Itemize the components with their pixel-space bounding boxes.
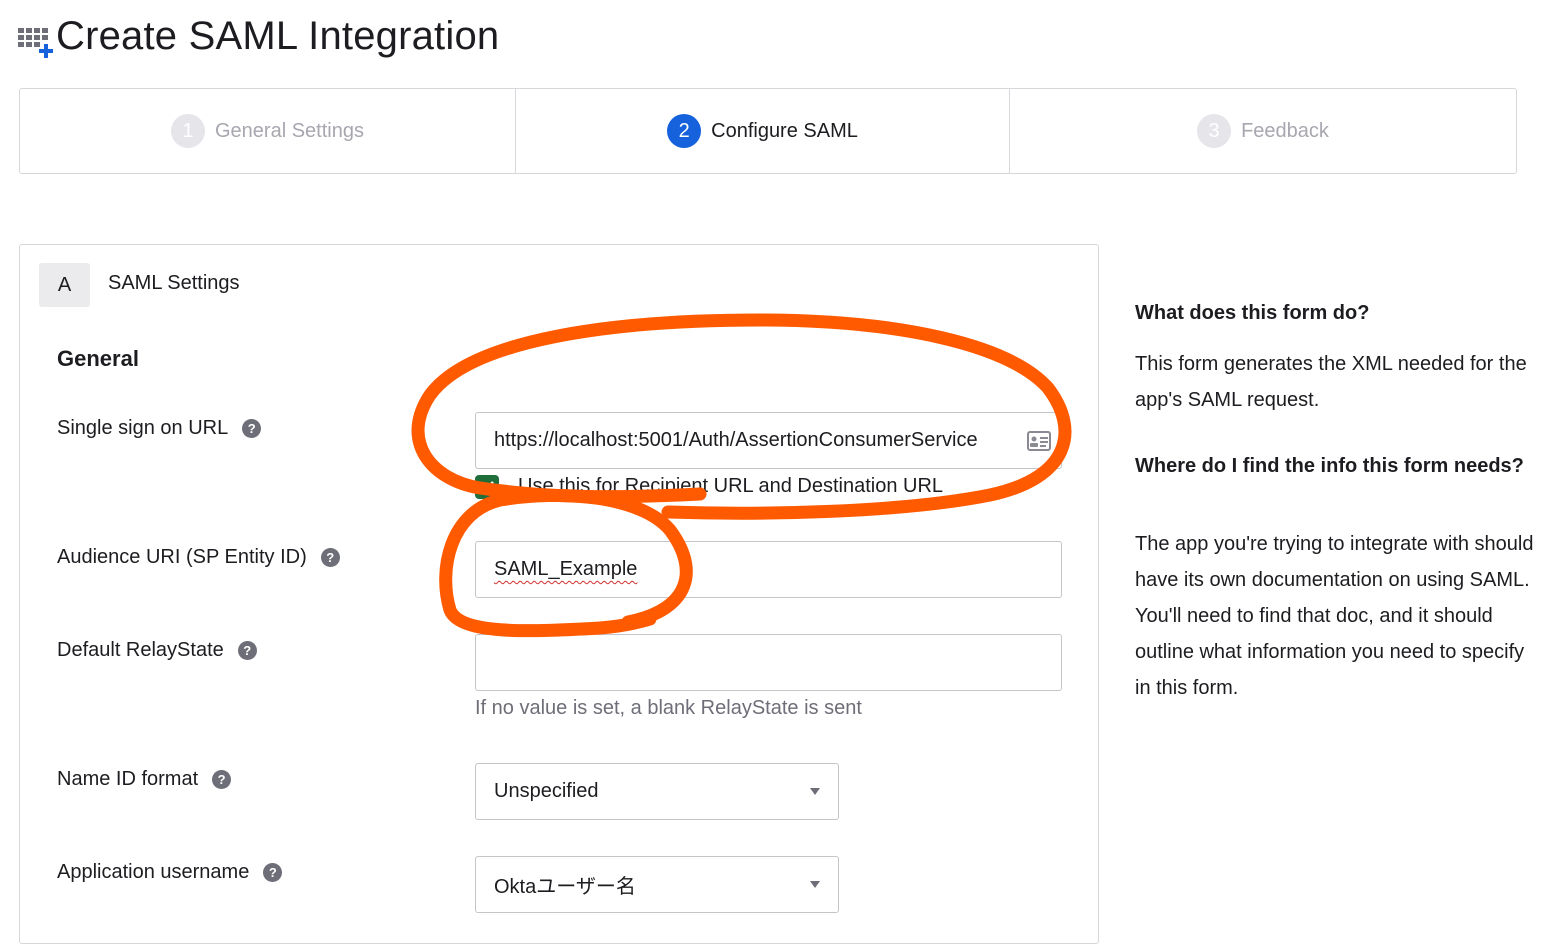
sso-url-label-row: Single sign on URL ? xyxy=(57,417,262,440)
relay-state-label-row: Default RelayState ? xyxy=(57,639,257,662)
help-question-2: Where do I find the info this form needs… xyxy=(1135,455,1524,477)
dropdown-caret-icon xyxy=(810,788,820,795)
sso-url-input[interactable]: https://localhost:5001/Auth/AssertionCon… xyxy=(475,412,1062,469)
help-icon[interactable]: ? xyxy=(263,863,283,882)
sso-url-label: Single sign on URL xyxy=(57,417,229,439)
relay-state-label: Default RelayState xyxy=(57,639,224,661)
contact-card-icon[interactable] xyxy=(1027,431,1051,451)
recipient-checkbox-label[interactable]: Use this for Recipient URL and Destinati… xyxy=(518,475,943,498)
sso-url-value: https://localhost:5001/Auth/AssertionCon… xyxy=(494,429,978,451)
app-username-label-row: Application username ? xyxy=(57,861,283,884)
step-configure-saml[interactable]: 2 Configure SAML xyxy=(515,89,1009,173)
help-answer-2: The app you're trying to integrate with … xyxy=(1135,533,1534,699)
relay-state-hint: If no value is set, a blank RelayState i… xyxy=(475,697,862,719)
wizard-stepper: 1 General Settings 2 Configure SAML 3 Fe… xyxy=(19,88,1517,174)
step-label: Configure SAML xyxy=(711,119,858,142)
step-number: 3 xyxy=(1197,114,1232,148)
app-username-select[interactable]: Oktaユーザー名 xyxy=(475,856,839,913)
grid-plus-icon xyxy=(18,28,53,58)
step-label: General Settings xyxy=(215,119,364,142)
help-icon[interactable]: ? xyxy=(212,770,232,789)
help-icon[interactable]: ? xyxy=(237,641,257,660)
recipient-checkbox[interactable] xyxy=(475,475,499,499)
audience-uri-label: Audience URI (SP Entity ID) xyxy=(57,546,307,568)
step-general-settings[interactable]: 1 General Settings xyxy=(20,89,515,173)
help-answer-1: This form generates the XML needed for t… xyxy=(1135,353,1527,411)
audience-uri-label-row: Audience URI (SP Entity ID) ? xyxy=(57,546,340,569)
app-username-value: Oktaユーザー名 xyxy=(494,876,636,898)
name-id-format-select[interactable]: Unspecified xyxy=(475,763,839,820)
subsection-title: General xyxy=(57,346,139,371)
step-number: 2 xyxy=(667,114,702,148)
name-id-format-value: Unspecified xyxy=(494,780,599,802)
audience-uri-value: SAML_Example xyxy=(494,558,638,580)
dropdown-caret-icon xyxy=(810,881,820,888)
audience-uri-input[interactable]: SAML_Example xyxy=(475,541,1062,598)
help-icon[interactable]: ? xyxy=(320,548,340,567)
section-title: SAML Settings xyxy=(108,272,240,294)
help-icon[interactable]: ? xyxy=(242,419,262,438)
page-title: Create SAML Integration xyxy=(56,14,500,58)
name-id-format-label: Name ID format xyxy=(57,768,199,790)
step-number: 1 xyxy=(171,114,205,148)
help-question-1: What does this form do? xyxy=(1135,302,1370,324)
step-feedback[interactable]: 3 Feedback xyxy=(1009,89,1516,173)
name-id-format-label-row: Name ID format ? xyxy=(57,768,232,791)
step-label: Feedback xyxy=(1241,119,1329,142)
section-badge: A xyxy=(39,263,90,307)
relay-state-input[interactable] xyxy=(475,634,1062,691)
checkmark-icon xyxy=(480,481,494,493)
app-username-label: Application username xyxy=(57,861,250,883)
